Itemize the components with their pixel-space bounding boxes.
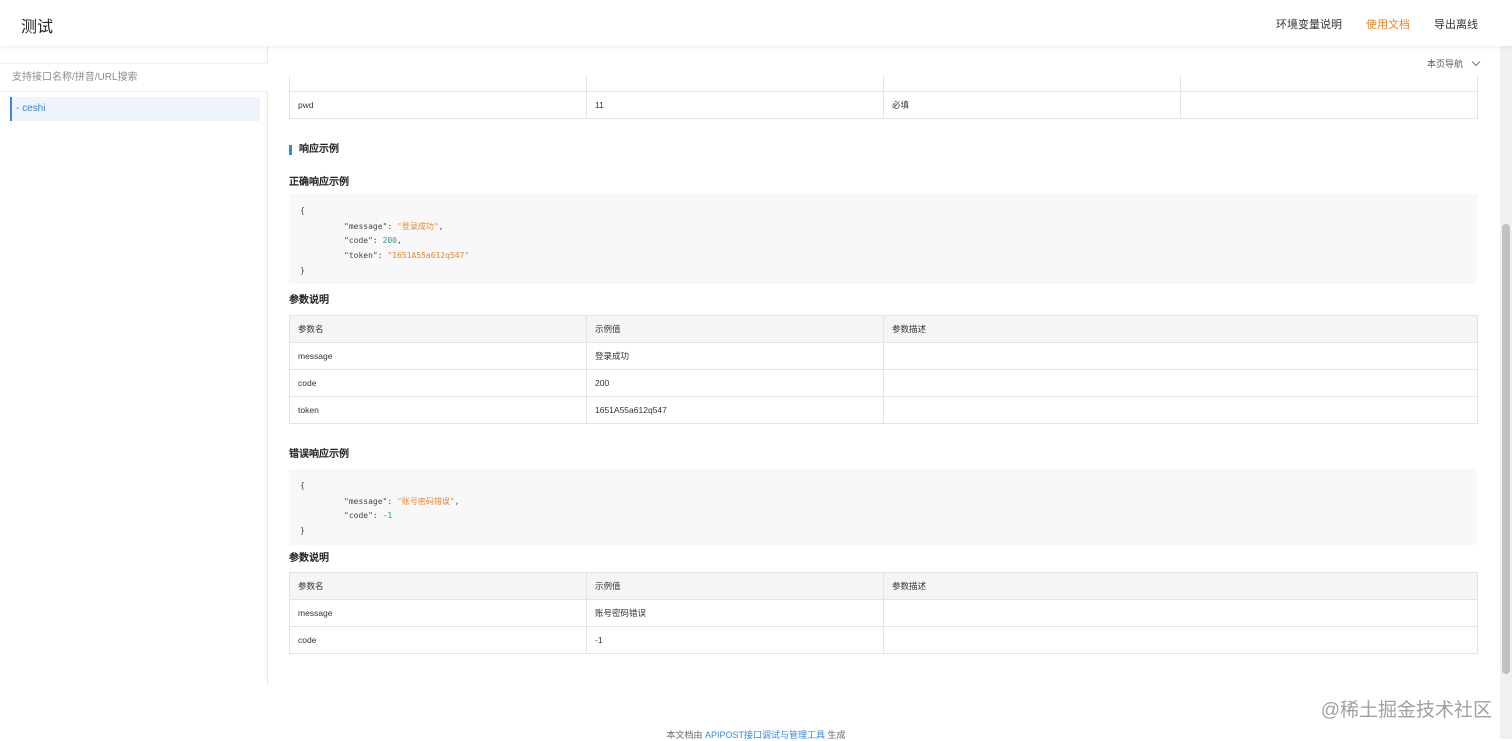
main-content: 本页导航 pwd 11 必填 响应示例 正确响应示例 { "message": … <box>289 46 1481 739</box>
nav-export-offline[interactable]: 导出离线 <box>1434 16 1478 32</box>
table-row: message 登录成功 <box>289 342 1478 370</box>
table-header-row: 参数名 示例值 参数描述 <box>289 315 1478 343</box>
page-nav-label: 本页导航 <box>1426 59 1463 69</box>
nav-env-variables[interactable]: 环境变量说明 <box>1276 16 1342 32</box>
error-code-block: { "message": "账号密码错误", "code": -1 } <box>289 469 1477 545</box>
scrollbar[interactable] <box>1500 46 1512 739</box>
code-brace: } <box>300 526 305 535</box>
code-brace: { <box>300 481 305 490</box>
table-row: code 200 <box>289 369 1478 397</box>
error-example-title: 错误响应示例 <box>289 449 349 460</box>
table-row: token 1651A55a612q547 <box>289 396 1478 424</box>
code-line: "code": 200, <box>344 236 402 245</box>
top-header: 测试 环境变量说明 使用文档 导出离线 <box>0 0 1512 46</box>
nav-usage-docs[interactable]: 使用文档 <box>1366 16 1410 32</box>
code-brace: { <box>300 206 305 215</box>
success-example-title: 正确响应示例 <box>289 177 349 188</box>
error-params-table: 参数名 示例值 参数描述 message 账号密码错误 code -1 <box>289 572 1478 654</box>
top-nav: 环境变量说明 使用文档 导出离线 <box>1276 16 1478 32</box>
code-line: "message": "登录成功", <box>344 222 444 231</box>
app-title: 测试 <box>21 19 54 36</box>
search-box <box>0 63 268 92</box>
watermark: @稀土掘金技术社区 <box>1320 700 1492 721</box>
code-line: "code": -1 <box>344 511 393 520</box>
chevron-down-icon <box>1471 57 1481 67</box>
search-input[interactable] <box>0 64 268 91</box>
error-params-title: 参数说明 <box>289 553 329 564</box>
success-code-block: { "message": "登录成功", "code": 200, "token… <box>289 194 1477 284</box>
table-header-row: 参数名 示例值 参数描述 <box>289 572 1478 600</box>
page-nav-toggle[interactable]: 本页导航 <box>1426 57 1481 70</box>
param-value: 11 <box>586 90 884 119</box>
param-name: pwd <box>289 90 587 119</box>
code-brace: } <box>300 266 305 275</box>
footer: 本文档由 APIPOST接口调试与管理工具 生成 <box>666 730 846 740</box>
sidebar-item-ceshi[interactable]: - ceshi <box>10 97 260 121</box>
table-row: pwd 11 必填 <box>289 90 1478 119</box>
scrollbar-thumb[interactable] <box>1502 224 1510 674</box>
param-desc <box>1180 90 1478 119</box>
success-params-title: 参数说明 <box>289 295 329 306</box>
table-row: code -1 <box>289 626 1478 654</box>
sidebar: - ceshi <box>0 46 268 686</box>
table-row <box>289 76 1478 92</box>
param-required: 必填 <box>883 90 1181 119</box>
success-params-table: 参数名 示例值 参数描述 message 登录成功 code 200 token… <box>289 315 1478 424</box>
request-params-table: pwd 11 必填 <box>289 76 1478 119</box>
code-line: "message": "账号密码错误", <box>344 497 460 506</box>
table-row: message 账号密码错误 <box>289 599 1478 627</box>
response-section-title: 响应示例 <box>289 145 339 155</box>
code-line: "token": "1651A55a612q547" <box>344 251 470 260</box>
